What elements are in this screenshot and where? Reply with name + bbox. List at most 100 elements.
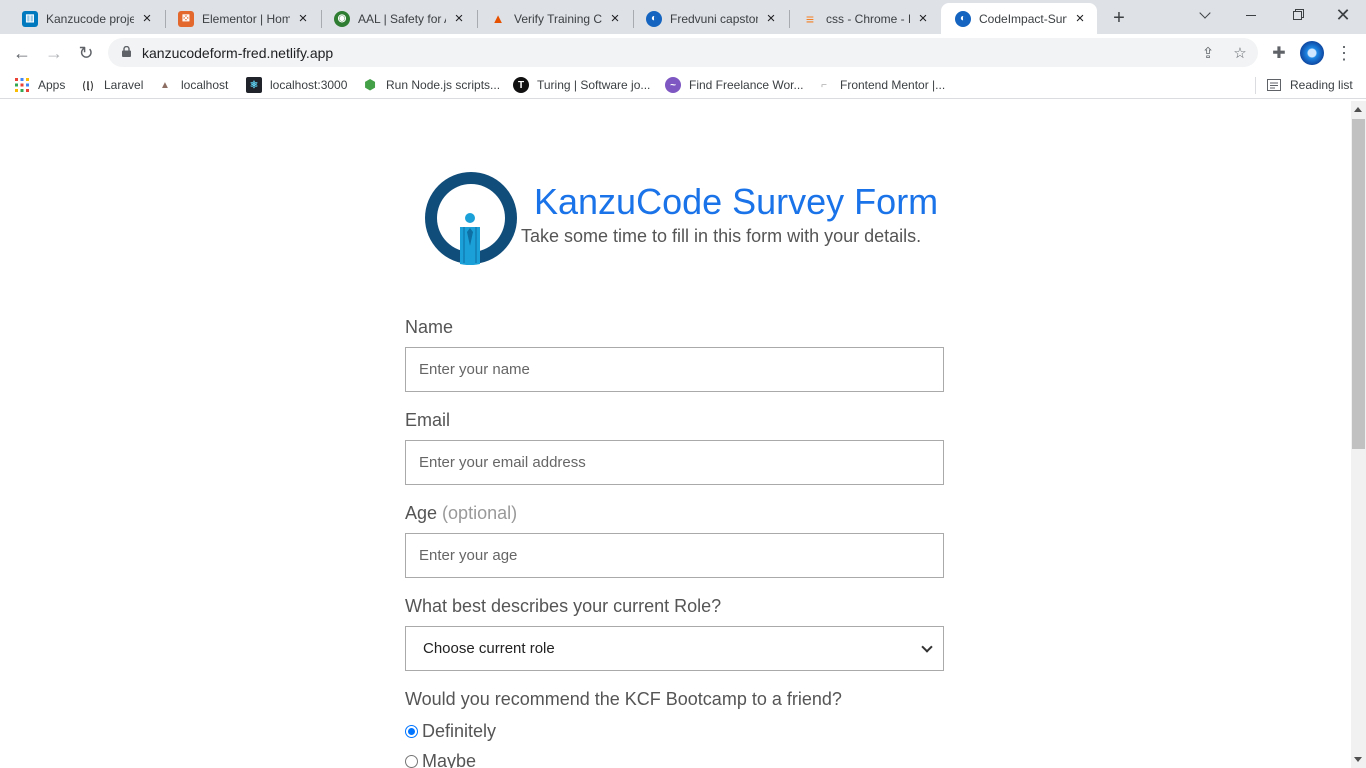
arrow-left-icon: ← [13,42,31,63]
role-label: What best describes your current Role? [405,596,722,616]
tab-label: AAL | Safety for All [358,11,446,26]
elementor-icon: ⊠ [178,10,194,27]
page-scrollbar[interactable] [1351,101,1366,768]
extensions-puzzle-icon[interactable]: ✚ [1266,40,1292,66]
tab-verify-training[interactable]: ▲ Verify Training Certificate × [476,3,632,34]
bookmark-apps[interactable]: Apps [14,75,65,95]
kanzucode-logo [425,172,517,265]
tab-codeimpact-survey[interactable]: ◐ CodeImpact-Survey × [941,3,1097,34]
radio-label: Definitely [422,721,497,741]
reading-list-button[interactable]: Reading list [1266,75,1353,95]
age-label: Age [405,503,438,523]
address-bar[interactable]: kanzucodeform-fred.netlify.app ⇪ ☆ [108,38,1258,67]
bookmark-nodejs[interactable]: ⬢ Run Node.js scripts... [362,75,500,95]
radio-option-maybe[interactable]: Maybe [405,751,476,768]
back-button[interactable]: ← [8,39,36,67]
bookmark-label: localhost [181,78,229,92]
reload-icon: ↻ [78,42,94,63]
reload-button[interactable]: ↻ [72,39,100,67]
role-select-value: Choose current role [423,640,555,657]
turing-icon: T [513,77,529,93]
scrollbar-thumb[interactable] [1352,119,1365,449]
close-icon[interactable]: × [1071,10,1089,28]
new-tab-button[interactable]: + [1106,6,1132,30]
restore-icon [1292,10,1302,20]
tab-label: CodeImpact-Survey [979,11,1067,26]
minimize-button[interactable] [1228,0,1274,30]
bookmark-localhost[interactable]: ▲ localhost [157,75,228,95]
tab-css-chrome-fonts[interactable]: ≡ css - Chrome - Fonts × [788,3,940,34]
role-select[interactable]: Choose current role [405,626,944,671]
bookmarks-bar: Apps ⒧ Laravel ▲ localhost ⚛ localhost:3… [0,71,1366,99]
forward-button[interactable]: → [40,39,68,67]
page-viewport: KanzuCode Survey Form Take some time to … [0,101,1351,768]
radio-option-definitely[interactable]: Definitely [405,721,496,742]
bookmark-label: Run Node.js scripts... [386,78,501,92]
tab-label: Kanzucode project [46,11,134,26]
tab-label: Elementor | Home [202,11,290,26]
bookmarks-divider [1255,77,1256,94]
globe-icon: ◉ [334,10,350,27]
chevron-down-icon [1199,7,1211,19]
restore-button[interactable] [1274,0,1320,30]
stackoverflow-icon: ≡ [805,10,815,27]
bookmark-label: localhost:3000 [270,78,348,92]
browser-toolbar: ← → ↻ kanzucodeform-fred.netlify.app ⇪ ☆… [0,34,1366,71]
bookmark-star-icon[interactable]: ☆ [1229,42,1251,64]
nodejs-icon: ⬢ [364,77,376,92]
tab-kanzucode-project[interactable]: ▥ Kanzucode project × [8,3,164,34]
certificate-icon: ▲ [491,11,505,26]
reading-list-icon [1266,77,1282,93]
url-text[interactable]: kanzucodeform-fred.netlify.app [142,45,333,61]
close-icon[interactable]: × [138,10,156,28]
localhost-icon: ▲ [160,79,170,91]
bookmark-freelance[interactable]: ~ Find Freelance Wor... [665,75,804,95]
close-icon[interactable]: × [294,10,312,28]
share-icon[interactable]: ⇪ [1197,42,1219,64]
close-icon: ✕ [1335,4,1351,25]
recommend-label: Would you recommend the KCF Bootcamp to … [405,689,842,709]
bookmark-label: Frontend Mentor |... [840,78,946,92]
reading-list-label: Reading list [1290,78,1353,92]
arrow-right-icon: → [45,42,63,63]
tab-elementor[interactable]: ⊠ Elementor | Home × [164,3,320,34]
bookmark-turing[interactable]: T Turing | Software jo... [513,75,650,95]
bookmark-label: Find Freelance Wor... [689,78,804,92]
close-icon[interactable]: × [450,10,468,28]
bookmark-label: Turing | Software jo... [537,78,651,92]
trello-icon: ▥ [22,10,38,27]
bookmark-laravel[interactable]: ⒧ Laravel [80,75,143,95]
close-window-button[interactable]: ✕ [1320,0,1366,30]
page-subtitle: Take some time to fill in this form with… [521,226,922,246]
netlify-icon: ◐ [955,10,971,27]
page-title: KanzuCode Survey Form [534,181,939,222]
bookmark-localhost-3000[interactable]: ⚛ localhost:3000 [246,75,347,95]
chevron-down-icon [921,640,933,653]
tab-fredvuni-capstone[interactable]: ◐ Fredvuni capstone × [632,3,788,34]
close-icon[interactable]: × [762,10,780,28]
radio-button[interactable] [405,725,418,738]
tab-strip: ▥ Kanzucode project × ⊠ Elementor | Home… [0,0,1366,34]
react-icon: ⚛ [246,77,262,93]
age-label-row: Age (optional) [405,503,517,524]
name-input[interactable] [405,347,944,392]
tab-aal-safety[interactable]: ◉ AAL | Safety for All × [320,3,476,34]
bookmark-label: Laravel [104,78,144,92]
scroll-down-arrow-icon[interactable] [1354,757,1362,762]
email-label: Email [405,410,451,430]
age-input[interactable] [405,533,944,578]
close-icon[interactable]: × [914,10,932,28]
profile-avatar[interactable] [1300,41,1324,65]
tab-label: Fredvuni capstone [670,11,758,26]
lock-icon [122,46,131,57]
tab-search-button[interactable] [1182,0,1228,30]
radio-label: Maybe [422,751,477,768]
radio-button[interactable] [405,755,418,768]
close-icon[interactable]: × [606,10,624,28]
email-input[interactable] [405,440,944,485]
scroll-up-arrow-icon[interactable] [1354,107,1362,112]
frontend-mentor-icon: ⌐ [821,79,827,91]
more-vert-icon[interactable]: ⋮ [1331,40,1357,66]
minimize-icon [1246,14,1256,16]
bookmark-frontend-mentor[interactable]: ⌐ Frontend Mentor |... [816,75,945,95]
